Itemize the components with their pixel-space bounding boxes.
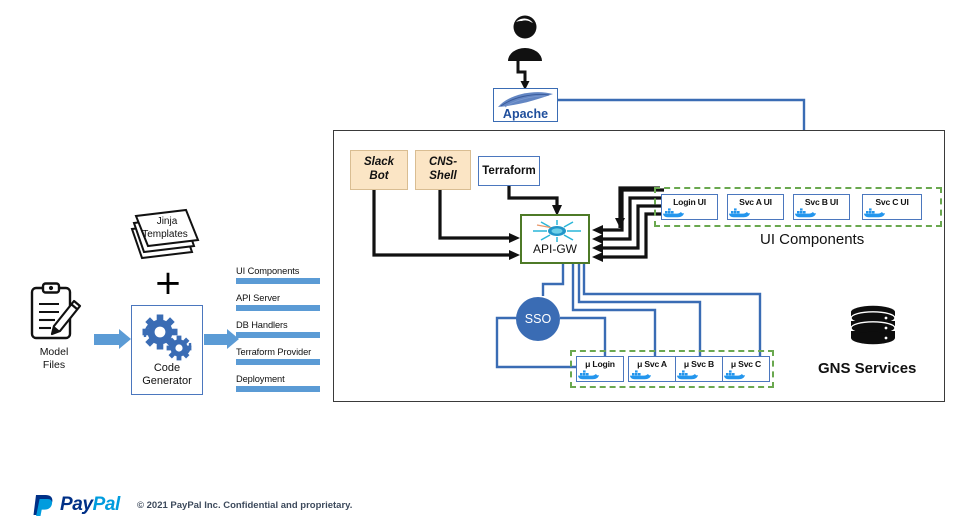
plus-symbol: +: [153, 263, 183, 303]
docker-whale-icon: [723, 369, 769, 380]
ui-component-login-ui: Login UI: [661, 194, 718, 220]
user-actor-node: [498, 14, 552, 62]
docker-whale-icon: [863, 207, 921, 218]
output-item-deployment: Deployment: [236, 374, 322, 392]
output-item-terraform-provider: Terraform Provider: [236, 347, 322, 365]
client-label: Terraform: [482, 165, 536, 177]
output-item-db-handlers: DB Handlers: [236, 320, 322, 338]
docker-whale-icon: [676, 369, 722, 380]
docker-whale-icon: [629, 369, 675, 380]
microservice-mu-login: μ Login: [576, 356, 624, 382]
model-files-node: Model Files: [14, 282, 94, 372]
client-cns-shell: CNS- Shell: [415, 150, 471, 190]
client-terraform: Terraform: [478, 156, 540, 186]
ui-component-label: Svc B UI: [804, 197, 839, 207]
output-bar: [236, 332, 320, 338]
arrow-generator-to-outputs: [204, 329, 239, 349]
docker-whale-icon: [728, 207, 783, 218]
jinja-templates-node: Jinja Templates: [118, 196, 218, 268]
output-label: UI Components: [236, 266, 300, 276]
code-generator-node: Code Generator: [131, 305, 203, 395]
diagram-canvas: Model Files Jinja Templates + Code Gener…: [0, 0, 960, 519]
microservice-label: μ Svc B: [683, 359, 715, 369]
microservice-mu-svc-b: μ Svc B: [675, 356, 723, 382]
ui-component-label: Svc C UI: [875, 197, 909, 207]
gns-services-caption: GNS Services: [818, 360, 917, 377]
ui-component-svc-b-ui: Svc B UI: [793, 194, 850, 220]
output-bar: [236, 305, 320, 311]
docker-whale-icon: [794, 207, 849, 218]
kong-starburst-icon: [533, 220, 581, 242]
paypal-logo-icon: [33, 495, 53, 516]
microservice-mu-svc-a: μ Svc A: [628, 356, 676, 382]
arrow-modelfiles-to-generator: [94, 329, 131, 349]
api-gateway-label: API-GW: [533, 242, 577, 256]
microservice-label: μ Svc C: [730, 359, 762, 369]
ui-components-caption: UI Components: [760, 231, 865, 248]
paypal-wordmark: PayPal: [60, 494, 120, 515]
output-bar: [236, 386, 320, 392]
paypal-logo: PayPal: [30, 492, 120, 518]
output-label: DB Handlers: [236, 320, 288, 330]
output-bar: [236, 278, 320, 284]
apache-node: Apache: [493, 88, 558, 122]
client-label: Slack Bot: [363, 156, 395, 182]
apache-label: Apache: [502, 107, 549, 121]
ui-component-svc-c-ui: Svc C UI: [862, 194, 922, 220]
microservice-mu-svc-c: μ Svc C: [722, 356, 770, 382]
output-label: Terraform Provider: [236, 347, 312, 357]
copyright-text: © 2021 PayPal Inc. Confidential and prop…: [137, 500, 353, 511]
output-label: Deployment: [236, 374, 285, 384]
user-person-icon: [508, 15, 542, 61]
code-generator-label: Code Generator: [142, 361, 192, 388]
client-label: CNS- Shell: [428, 156, 458, 182]
output-label: API Server: [236, 293, 280, 303]
output-item-api-server: API Server: [236, 293, 322, 311]
ui-component-label: Login UI: [673, 197, 706, 207]
api-gateway-node: API-GW: [520, 214, 590, 264]
ui-component-label: Svc A UI: [739, 197, 772, 207]
footer: [0, 471, 960, 519]
clipboard-pencil-icon: [30, 282, 82, 340]
docker-whale-icon: [577, 369, 623, 380]
database-cylinder-icon: [850, 305, 896, 345]
docker-whale-icon: [662, 207, 717, 218]
ui-component-svc-a-ui: Svc A UI: [727, 194, 784, 220]
model-files-label: Model Files: [39, 346, 69, 372]
gns-database-node: [845, 305, 901, 349]
client-slack-bot: Slack Bot: [350, 150, 408, 190]
output-bar: [236, 359, 320, 365]
microservice-label: μ Svc A: [637, 359, 667, 369]
microservice-label: μ Login: [585, 359, 615, 369]
output-item-ui-components: UI Components: [236, 266, 322, 284]
jinja-line2: Templates: [142, 229, 188, 240]
jinja-line1: Jinja: [157, 216, 178, 227]
sso-node: SSO: [516, 297, 560, 341]
gears-icon: [142, 314, 192, 361]
stacked-pages-icon: Jinja Templates: [130, 208, 200, 260]
